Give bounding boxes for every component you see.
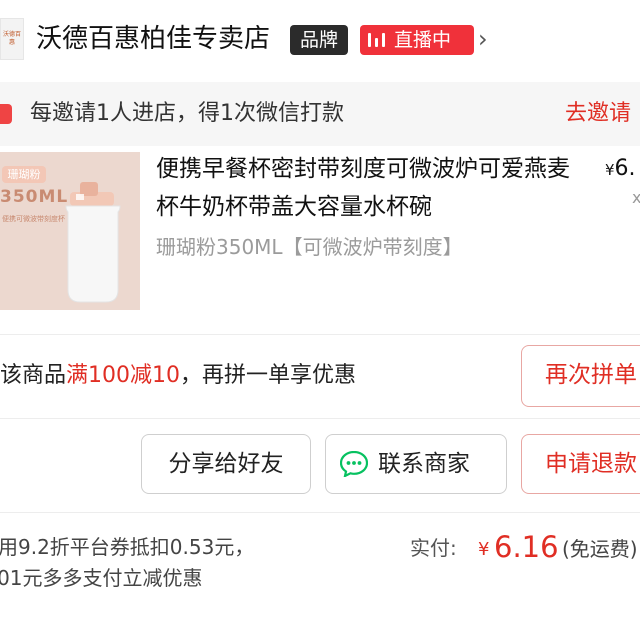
chat-icon (340, 451, 368, 477)
product-price: ¥6. (605, 150, 636, 189)
product-spec: 珊瑚粉350ML【可微波炉带刻度】 (156, 235, 463, 259)
paid-amount: 6.16 (494, 530, 559, 564)
product-image-size: 350ML (0, 187, 69, 207)
product-quantity: x (632, 188, 640, 207)
live-bars-icon (368, 33, 390, 47)
invite-text: 每邀请1人进店，得1次微信打款 (30, 101, 344, 126)
product-title[interactable]: 便携早餐杯密封带刻度可微波炉可爱燕麦杯牛奶杯带盖大容量水杯碗 (156, 150, 576, 226)
product-image-tag: 珊瑚粉 (2, 166, 46, 183)
divider (0, 418, 640, 419)
share-button[interactable]: 分享给好友 (141, 434, 311, 494)
shipping-note: (免运费) (562, 537, 638, 561)
red-envelope-icon (0, 104, 12, 124)
invite-button[interactable]: 去邀请 (565, 82, 631, 146)
promo-prefix: 该商品 (0, 363, 67, 388)
refund-button[interactable]: 申请退款 (521, 434, 640, 494)
bottle-illustration (65, 182, 121, 303)
discount-note: 使用9.2折平台券抵扣0.53元，0.01元多多支付立减优惠 (0, 535, 255, 590)
paid-label: 实付: (410, 536, 457, 560)
divider (0, 334, 640, 335)
paid-currency: ¥ (478, 539, 490, 560)
price-value: 6. (614, 156, 636, 181)
invite-banner: 每邀请1人进店，得1次微信打款 去邀请 (0, 82, 640, 146)
product-image[interactable]: 珊瑚粉 350ML 便携可微波带刻度杯 (0, 152, 140, 310)
promo-text: 该商品满100减10，再拼一单享优惠 (0, 360, 356, 392)
promo-suffix: ，再拼一单享优惠 (180, 363, 357, 388)
chevron-right-icon[interactable]: › (478, 22, 488, 56)
live-badge-label: 直播中 (394, 29, 452, 51)
shop-header: 沃德百惠 沃德百惠柏佳专卖店 品牌 直播中 › (0, 0, 640, 80)
brand-badge: 品牌 (290, 25, 348, 55)
product-image-caption: 便携可微波带刻度杯 (2, 215, 65, 223)
divider (0, 512, 640, 513)
contact-seller-button[interactable]: 联系商家 (325, 434, 507, 494)
live-badge[interactable]: 直播中 (360, 25, 474, 55)
regroup-button[interactable]: 再次拼单 (521, 345, 640, 407)
promo-highlight: 满100减10 (66, 363, 181, 388)
contact-seller-label: 联系商家 (378, 451, 470, 477)
shop-name[interactable]: 沃德百惠柏佳专卖店 (36, 18, 270, 60)
shop-logo[interactable]: 沃德百惠 (0, 18, 24, 60)
price-currency: ¥ (605, 161, 615, 179)
